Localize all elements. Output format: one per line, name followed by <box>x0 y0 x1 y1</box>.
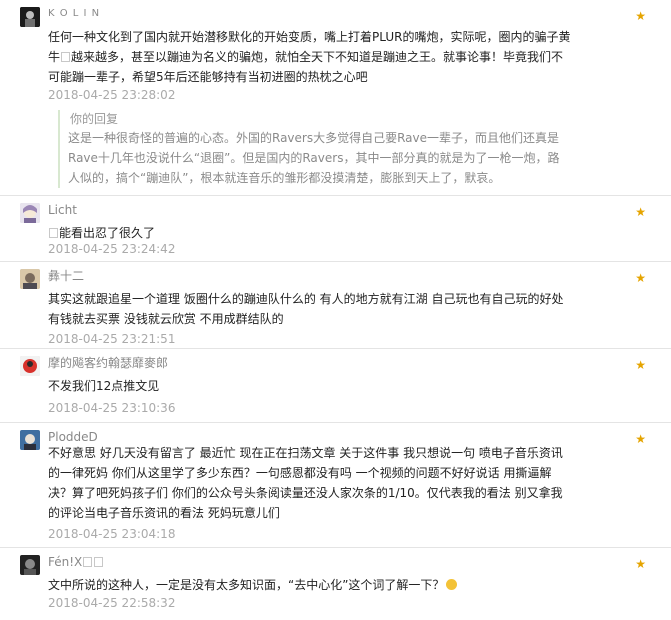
star-icon[interactable]: ★ <box>635 10 646 22</box>
comment-time: 2018-04-25 23:21:51 <box>48 332 176 346</box>
smiley-emoji-icon <box>446 579 458 590</box>
avatar[interactable] <box>20 430 40 450</box>
missing-glyph-icon <box>83 557 93 567</box>
comment-text: 能看出忍了很久了 <box>48 223 573 243</box>
comment-time: 2018-04-25 22:58:32 <box>48 596 176 610</box>
comment-text: 文中所说的这种人，一定是没有太多知识面，“去中心化”这个词了解一下？ <box>48 575 573 595</box>
commenter-name[interactable]: 摩的飚客约翰瑟靡麥郎 <box>48 356 168 370</box>
reply-label: 你的回复 <box>70 112 119 126</box>
reply-text: 这是一种很奇怪的普遍的心态。外国的Ravers大多觉得自己要Rave一辈子，而且… <box>68 131 560 185</box>
author-reply: 你的回复 这是一种很奇怪的普遍的心态。外国的Ravers大多觉得自己要Rave一… <box>58 110 568 188</box>
comment-text: 不发我们12点推文见 <box>48 379 160 393</box>
comment-list: K O L I N ★ 任何一种文化到了国内就开始潜移默化的开始变质，嘴上打着P… <box>0 0 671 620</box>
avatar-image <box>20 7 40 27</box>
comment-time: 2018-04-25 23:04:18 <box>48 527 176 541</box>
comment-item: PloddeD ★ 不好意思 好几天没有留言了 最近忙 现在正在扫荡文章 关于这… <box>0 423 671 548</box>
star-icon[interactable]: ★ <box>635 206 646 218</box>
commenter-name[interactable]: K O L I N <box>48 7 100 21</box>
commenter-name[interactable]: 彝十二 <box>48 269 84 283</box>
avatar[interactable] <box>20 203 40 223</box>
avatar[interactable] <box>20 269 40 289</box>
comment-time: 2018-04-25 23:28:02 <box>48 88 176 102</box>
star-icon[interactable]: ★ <box>635 272 646 284</box>
avatar-image <box>20 203 40 223</box>
avatar-image <box>20 555 40 575</box>
avatar[interactable] <box>20 356 40 376</box>
comment-text-part: 能看出忍了很久了 <box>59 226 156 240</box>
comment-text: 其实这就跟追星一个道理 饭圈什么的蹦迪队什么的 有人的地方就有江湖 自己玩也有自… <box>48 292 564 326</box>
missing-glyph-icon <box>49 228 58 238</box>
star-icon[interactable]: ★ <box>635 558 646 570</box>
comment-text: 不好意思 好几天没有留言了 最近忙 现在正在扫荡文章 关于这件事 我只想说一句 … <box>48 446 563 520</box>
comment-item: Fén!X ★ 文中所说的这种人，一定是没有太多知识面，“去中心化”这个词了解一… <box>0 548 671 620</box>
comment-text-part: 文中所说的这种人，一定是没有太多知识面，“去中心化”这个词了解一下？ <box>48 578 445 592</box>
commenter-name[interactable]: Licht <box>48 203 77 217</box>
commenter-name[interactable]: PloddeD <box>48 430 98 444</box>
comment-item: Licht ★ 能看出忍了很久了 2018-04-25 23:24:42 <box>0 196 671 262</box>
comment-item: 摩的飚客约翰瑟靡麥郎 ★ 不发我们12点推文见 2018-04-25 23:10… <box>0 349 671 423</box>
avatar-image <box>20 356 40 376</box>
missing-glyph-icon <box>94 557 104 567</box>
avatar-image <box>20 269 40 289</box>
comment-time: 2018-04-25 23:24:42 <box>48 242 176 256</box>
commenter-name[interactable]: Fén!X <box>48 555 104 569</box>
comment-text-part: 越来越多，甚至以蹦迪为名义的骗炮，就怕全天下不知道是蹦迪之王。就事论事！毕竟我们… <box>48 50 564 84</box>
comment-item: 彝十二 ★ 其实这就跟追星一个道理 饭圈什么的蹦迪队什么的 有人的地方就有江湖 … <box>0 262 671 349</box>
avatar[interactable] <box>20 7 40 27</box>
commenter-name-text: Fén!X <box>48 555 83 569</box>
star-icon[interactable]: ★ <box>635 433 646 445</box>
star-icon[interactable]: ★ <box>635 359 646 371</box>
comment-time: 2018-04-25 23:10:36 <box>48 401 176 415</box>
avatar-image <box>20 430 40 450</box>
comment-item: K O L I N ★ 任何一种文化到了国内就开始潜移默化的开始变质，嘴上打着P… <box>0 0 671 196</box>
avatar[interactable] <box>20 555 40 575</box>
missing-glyph-icon <box>61 52 71 62</box>
comment-text: 任何一种文化到了国内就开始潜移默化的开始变质，嘴上打着PLUR的嘴炮，实际呢，圈… <box>48 27 573 87</box>
